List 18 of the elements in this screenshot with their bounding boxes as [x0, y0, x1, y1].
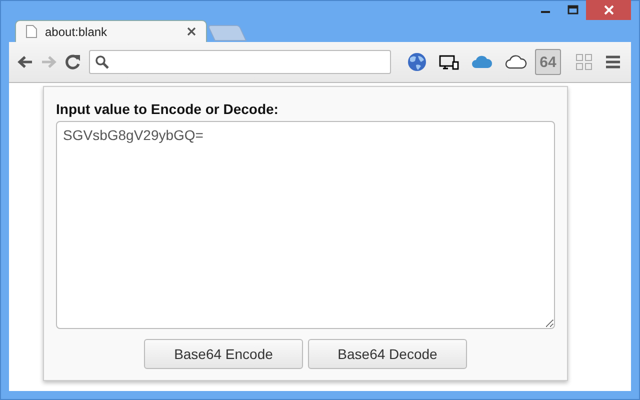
back-icon[interactable]: [16, 54, 34, 70]
close-icon: [602, 5, 614, 15]
cloud-icon[interactable]: [505, 55, 527, 69]
maximize-icon[interactable]: [566, 5, 578, 15]
globe-icon[interactable]: [407, 52, 427, 72]
action-button[interactable]: Base64 Decode: [308, 339, 467, 369]
reload-icon[interactable]: [64, 53, 82, 71]
action-button[interactable]: Base64 Encode: [144, 339, 303, 369]
search-icon: [95, 55, 109, 69]
devices-icon[interactable]: [439, 54, 459, 70]
close-button[interactable]: [586, 0, 631, 20]
browser-tab[interactable]: about:blank: [15, 20, 207, 42]
menu-icon[interactable]: [605, 55, 621, 69]
input-label: Input value to Encode or Decode:: [56, 101, 280, 117]
input-field[interactable]: SGVsbG8gV29ybGQ=: [56, 121, 555, 329]
page-icon: [26, 25, 37, 38]
tab-title: about:blank: [45, 24, 108, 38]
close-tab-icon[interactable]: [187, 27, 196, 36]
